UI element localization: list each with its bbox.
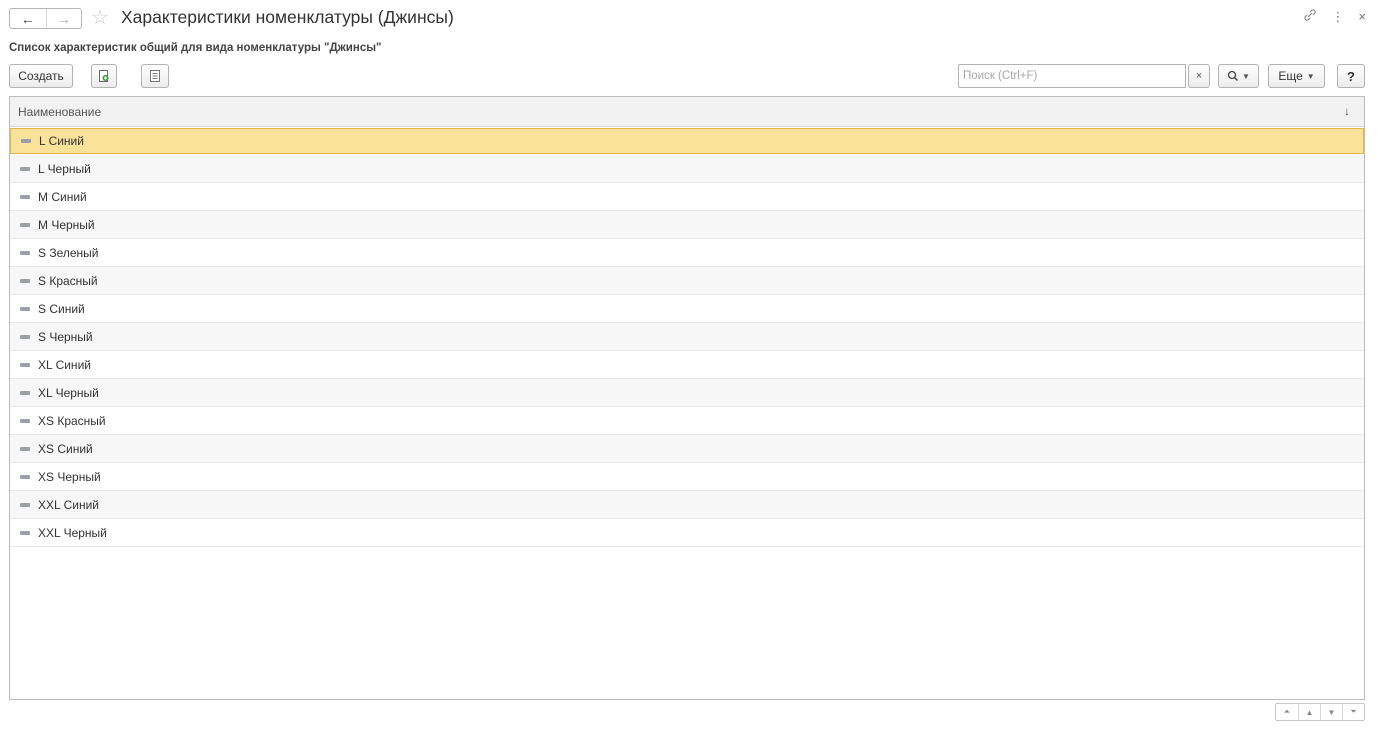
element-icon (20, 250, 30, 255)
element-icon (20, 194, 30, 199)
chevron-down-icon: ▼ (1306, 71, 1315, 81)
more-menu-icon[interactable]: ⋮ (1331, 9, 1344, 25)
element-icon (20, 530, 30, 535)
row-label: S Черный (38, 329, 93, 344)
window-controls: ⋮ × (1303, 8, 1366, 25)
table-row[interactable]: XS Черный (10, 463, 1364, 491)
table-row[interactable]: L Черный (10, 155, 1364, 183)
table-row[interactable]: XS Красный (10, 407, 1364, 435)
row-label: XXL Синий (38, 497, 99, 512)
navigation-group: ← → (9, 8, 82, 29)
row-label: S Синий (38, 301, 85, 316)
row-label: S Зеленый (38, 245, 99, 260)
search-input[interactable] (958, 64, 1186, 88)
copy-button[interactable] (91, 64, 117, 88)
link-icon-svg (1304, 9, 1317, 21)
element-icon (20, 446, 30, 451)
table-row[interactable]: M Синий (10, 183, 1364, 211)
table-row[interactable]: M Черный (10, 211, 1364, 239)
link-icon[interactable] (1303, 8, 1317, 25)
row-label: L Черный (38, 161, 91, 176)
row-label: S Красный (38, 273, 98, 288)
element-icon (20, 306, 30, 311)
forward-button[interactable]: → (45, 9, 82, 28)
table-row[interactable]: L Синий (10, 128, 1364, 154)
row-label: XXL Черный (38, 525, 107, 540)
row-label: XL Черный (38, 385, 99, 400)
table-row[interactable]: S Зеленый (10, 239, 1364, 267)
element-icon (20, 334, 30, 339)
row-label: M Черный (38, 217, 95, 232)
characteristics-table: Наименование ↓ L Синий L Черный M Синий M Ч… (9, 96, 1365, 700)
table-row[interactable]: S Красный (10, 267, 1364, 295)
more-button[interactable]: Еще ▼ (1268, 64, 1325, 88)
close-icon[interactable]: × (1358, 9, 1366, 24)
element-icon (20, 166, 30, 171)
table-row[interactable]: S Синий (10, 295, 1364, 323)
column-header-label: Наименование (18, 105, 102, 119)
element-icon (20, 474, 30, 479)
element-icon (20, 278, 30, 283)
arrow-left-icon: ← (20, 10, 35, 27)
row-label: XL Синий (38, 357, 91, 372)
element-icon (20, 390, 30, 395)
table-row[interactable]: S Черный (10, 323, 1364, 351)
table-navigation: ⏶ ▲ ▼ ⏷ (1275, 703, 1365, 721)
help-button[interactable]: ? (1337, 64, 1365, 88)
title-bar: ← → ☆ Характеристики номенклатуры (Джинс… (0, 0, 1380, 36)
row-label: XS Синий (38, 441, 93, 456)
element-icon (20, 222, 30, 227)
row-label: XS Красный (38, 413, 106, 428)
scroll-last-icon[interactable]: ⏷ (1342, 704, 1364, 720)
more-button-label: Еще (1278, 69, 1303, 83)
arrow-right-icon: → (56, 10, 71, 27)
clear-search-button[interactable]: × (1188, 64, 1210, 88)
element-icon (21, 139, 31, 143)
element-icon (20, 502, 30, 507)
magnifier-icon (1227, 70, 1239, 82)
search-button[interactable]: ▼ (1218, 64, 1259, 88)
row-label: XS Черный (38, 469, 101, 484)
sort-descending-icon: ↓ (1344, 104, 1350, 118)
table-row[interactable]: XS Синий (10, 435, 1364, 463)
list-view-button[interactable] (141, 64, 169, 88)
scroll-down-icon[interactable]: ▼ (1320, 704, 1342, 720)
table-row[interactable]: XL Синий (10, 351, 1364, 379)
create-button[interactable]: Создать (9, 64, 73, 88)
column-header-name[interactable]: Наименование ↓ (10, 97, 1364, 127)
element-icon (20, 362, 30, 367)
row-label: M Синий (38, 189, 87, 204)
list-icon (150, 70, 160, 82)
favorite-star-icon[interactable]: ☆ (91, 5, 109, 30)
table-row[interactable]: XXL Черный (10, 519, 1364, 547)
row-label: L Синий (39, 134, 84, 148)
copy-document-icon (99, 70, 109, 82)
chevron-down-icon: ▼ (1242, 71, 1250, 81)
table-row[interactable]: XL Черный (10, 379, 1364, 407)
list-subtitle: Список характеристик общий для вида номе… (9, 42, 382, 54)
table-row[interactable]: XXL Синий (10, 491, 1364, 519)
scroll-first-icon[interactable]: ⏶ (1276, 704, 1298, 720)
command-bar: Создать × ▼ Еще ▼ ? (9, 64, 1365, 88)
scroll-up-icon[interactable]: ▲ (1298, 704, 1320, 720)
window-title: Характеристики номенклатуры (Джинсы) (121, 7, 454, 27)
table-rows: L Синий L Черный M Синий M Черный S Зеленый S… (10, 128, 1364, 547)
element-icon (20, 418, 30, 423)
back-button[interactable]: ← (10, 9, 46, 28)
